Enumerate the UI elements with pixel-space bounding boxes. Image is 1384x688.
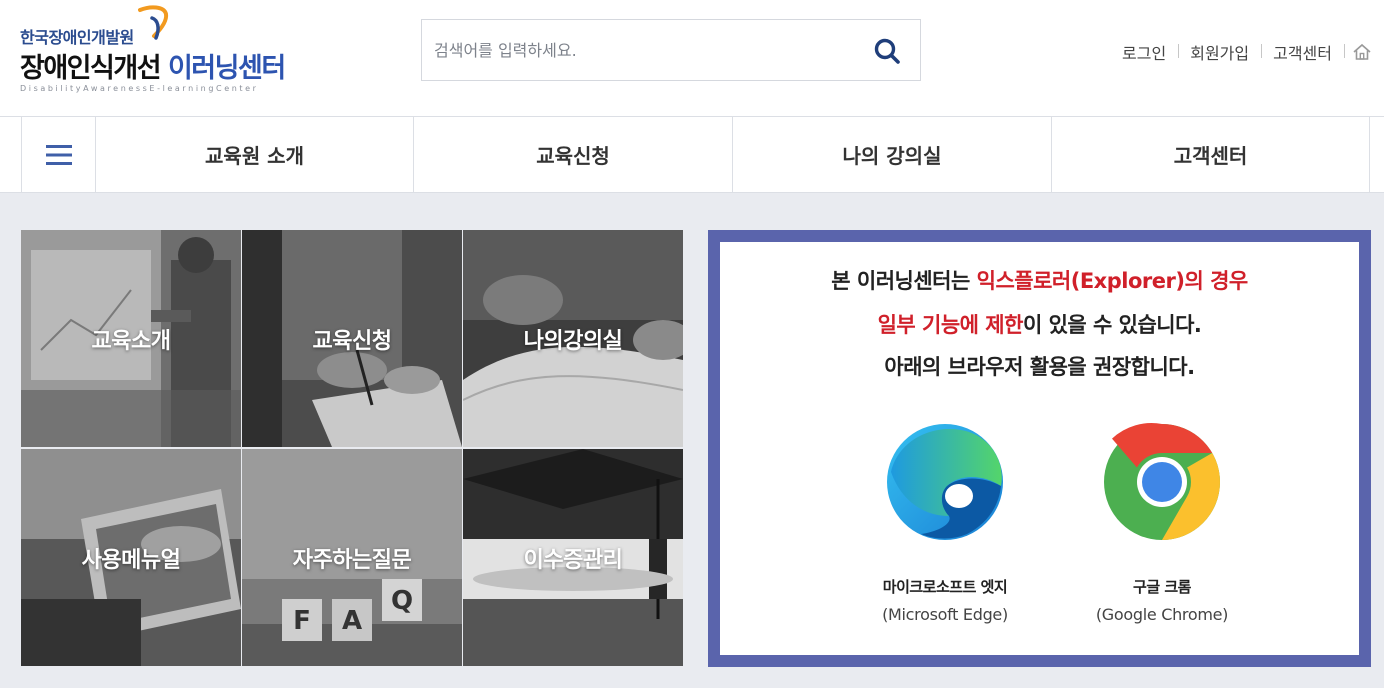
tile-label: 이수증관리 <box>523 547 623 573</box>
site-subtitle: DisabilityAwarenessE-learningCenter <box>20 84 259 93</box>
site-logo[interactable]: 한국장애인개발원 장애인식개선 이러닝센터 DisabilityAwarenes… <box>20 4 300 96</box>
tile-label: 나의강의실 <box>523 328 623 354</box>
tile-user-manual[interactable]: 사용메뉴얼 <box>21 449 241 666</box>
svg-text:Q: Q <box>391 586 413 616</box>
nav-item-my-classroom[interactable]: 나의 강의실 <box>733 117 1052 192</box>
home-button[interactable] <box>1344 40 1372 64</box>
svg-text:F: F <box>293 606 311 636</box>
nav-item-about[interactable]: 교육원 소개 <box>96 117 414 192</box>
main-nav: 교육원 소개 교육신청 나의 강의실 고객센터 <box>0 116 1384 193</box>
browser-edge-name: 마이크로소프트 엣지 <box>882 578 1008 596</box>
tile-label: 교육신청 <box>312 328 392 354</box>
tile-my-classroom[interactable]: 나의강의실 <box>463 230 683 447</box>
search-icon <box>874 38 900 64</box>
edge-icon <box>887 424 1003 540</box>
org-name: 한국장애인개발원 <box>20 28 134 47</box>
tile-education-intro[interactable]: 교육소개 <box>21 230 241 447</box>
notice-line-2-text: 이 있을 수 있습니다. <box>1022 313 1202 337</box>
site-name-part-b: 이러닝센터 <box>167 53 286 84</box>
notice-line-1-highlight: 익스플로러(Explorer)의 경우 <box>976 269 1249 293</box>
search-button[interactable] <box>868 32 906 70</box>
notice-line-3: 아래의 브라우저 활용을 권장합니다. <box>884 355 1195 379</box>
chrome-icon <box>1104 423 1220 540</box>
quick-menu-tiles: 교육소개 교육신청 나의강의실 사용메뉴얼 F A Q 자주하는질문 이수증관리 <box>21 230 683 666</box>
browser-chrome: 구글 크롬 (Google Chrome) <box>1072 420 1252 624</box>
nav-item-support[interactable]: 고객센터 <box>1052 117 1370 192</box>
browser-edge: 마이크로소프트 엣지 (Microsoft Edge) <box>855 420 1035 624</box>
site-name-part-a: 장애인식개선 <box>20 53 162 84</box>
browser-chrome-name-en: (Google Chrome) <box>1095 605 1229 624</box>
notice-line-2-highlight: 일부 기능에 제한 <box>877 313 1024 337</box>
browser-chrome-name: 구글 크롬 <box>1133 578 1191 596</box>
login-link[interactable]: 로그인 <box>1110 40 1178 64</box>
site-header: 한국장애인개발원 장애인식개선 이러닝센터 DisabilityAwarenes… <box>0 0 1384 116</box>
search-input[interactable] <box>434 34 854 66</box>
utility-links: 로그인 회원가입 고객센터 <box>1110 40 1372 64</box>
svg-text:A: A <box>342 606 362 636</box>
tile-label: 자주하는질문 <box>292 547 412 573</box>
tile-certificate[interactable]: 이수증관리 <box>463 449 683 666</box>
search-box <box>421 19 921 81</box>
browser-edge-name-en: (Microsoft Edge) <box>882 605 1008 624</box>
notice-line-1: 본 이러닝센터는 익스플로러(Explorer)의 경우 <box>720 265 1359 295</box>
tile-label: 사용메뉴얼 <box>81 547 181 573</box>
notice-line-2: 일부 기능에 제한이 있을 수 있습니다. <box>720 309 1359 339</box>
tile-label: 교육소개 <box>91 328 171 354</box>
nav-item-apply[interactable]: 교육신청 <box>414 117 733 192</box>
site-name: 장애인식개선 이러닝센터 <box>20 46 286 85</box>
home-icon <box>1353 43 1371 60</box>
notice-line-1-text: 본 이러닝센터는 <box>831 269 977 293</box>
logo-swoosh-icon <box>138 5 169 40</box>
tile-faq[interactable]: F A Q 자주하는질문 <box>242 449 462 666</box>
customer-center-link[interactable]: 고객센터 <box>1261 40 1344 64</box>
notice-content: 본 이러닝센터는 익스플로러(Explorer)의 경우 일부 기능에 제한이 … <box>720 242 1359 655</box>
hamburger-icon <box>45 144 72 165</box>
browser-notice-banner: 본 이러닝센터는 익스플로러(Explorer)의 경우 일부 기능에 제한이 … <box>708 230 1371 667</box>
signup-link[interactable]: 회원가입 <box>1178 40 1261 64</box>
all-menu-button[interactable] <box>21 117 96 192</box>
tile-apply[interactable]: 교육신청 <box>242 230 462 447</box>
